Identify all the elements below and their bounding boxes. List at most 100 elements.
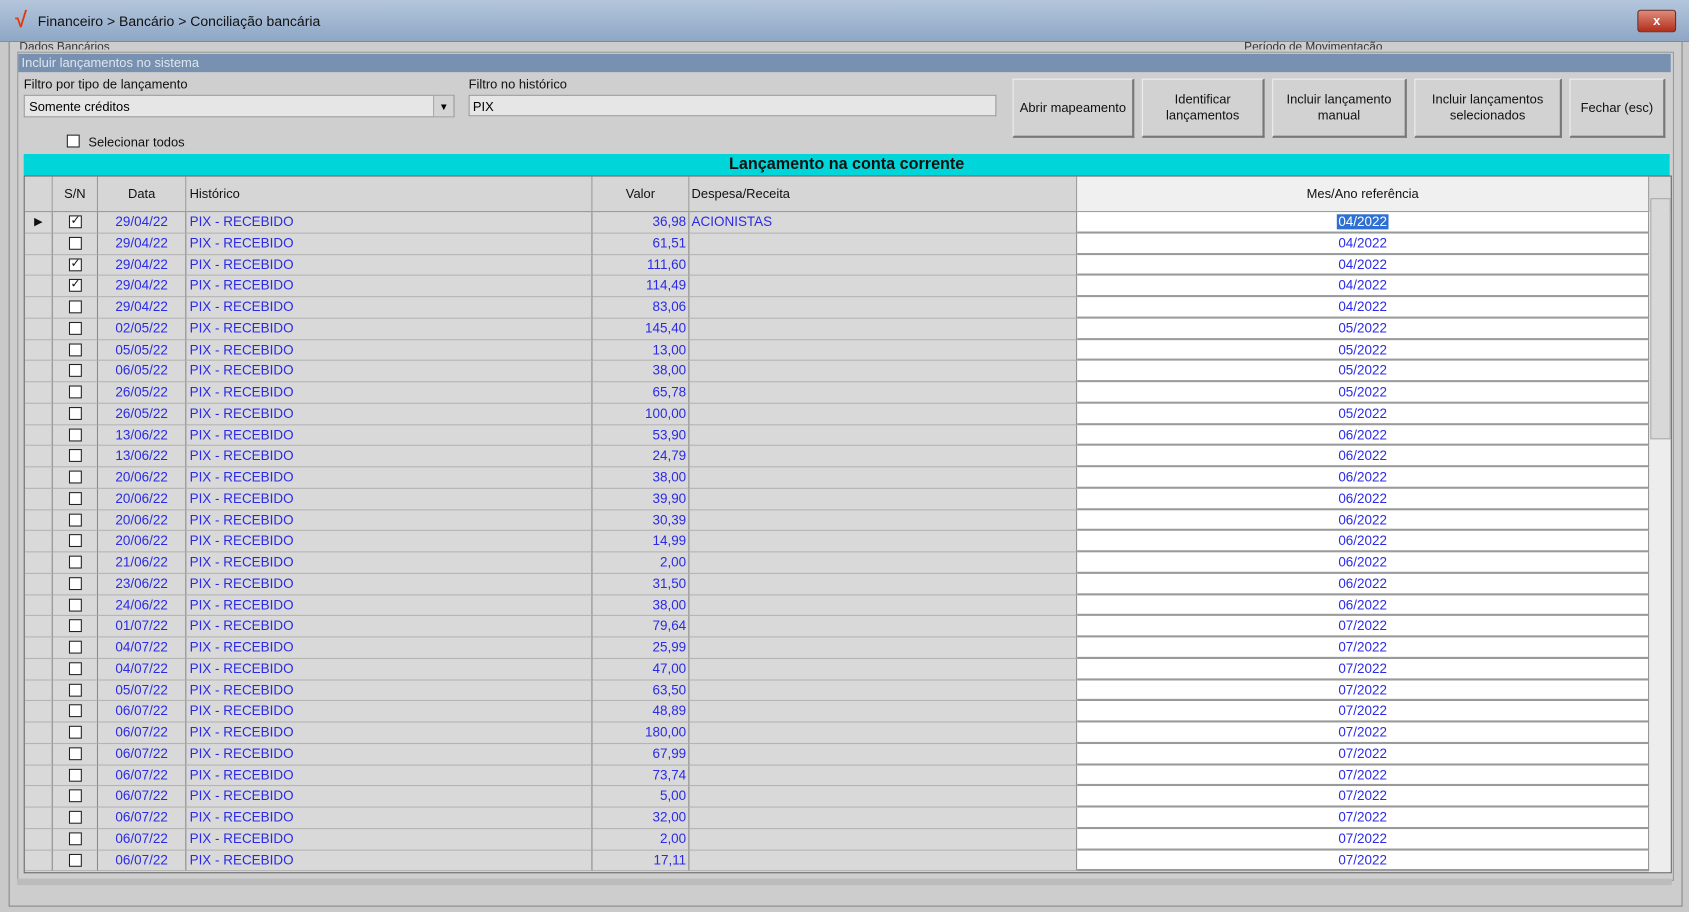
- table-row[interactable]: 26/05/22 PIX - RECEBIDO 100,00 05/2022: [24, 403, 1650, 425]
- mes-ano-cell[interactable]: 07/2022: [1077, 828, 1650, 851]
- col-historico[interactable]: Histórico: [186, 176, 593, 213]
- row-checkbox[interactable]: [68, 704, 82, 718]
- despesa-cell[interactable]: [689, 424, 1078, 447]
- table-row[interactable]: 06/05/22 PIX - RECEBIDO 38,00 05/2022: [24, 360, 1650, 383]
- row-checkbox[interactable]: [68, 725, 82, 739]
- open-mapping-button[interactable]: Abrir mapeamento: [1012, 78, 1135, 138]
- despesa-cell[interactable]: [689, 531, 1078, 553]
- row-checkbox[interactable]: [68, 513, 82, 527]
- mes-ano-cell[interactable]: 05/2022: [1077, 360, 1650, 383]
- mes-ano-cell[interactable]: 06/2022: [1077, 552, 1650, 574]
- row-checkbox[interactable]: [68, 768, 82, 782]
- row-checkbox[interactable]: [68, 342, 82, 356]
- despesa-cell[interactable]: [689, 786, 1078, 808]
- table-row[interactable]: 06/07/22 PIX - RECEBIDO 2,00 07/2022: [24, 828, 1650, 851]
- col-mes-ano[interactable]: Mes/Ano referência: [1077, 176, 1650, 213]
- table-row[interactable]: 26/05/22 PIX - RECEBIDO 65,78 05/2022: [24, 382, 1650, 404]
- mes-ano-cell[interactable]: 06/2022: [1077, 488, 1650, 510]
- row-checkbox[interactable]: [68, 598, 82, 612]
- row-checkbox[interactable]: [68, 789, 82, 803]
- mes-ano-cell[interactable]: 07/2022: [1077, 850, 1650, 872]
- despesa-cell[interactable]: [689, 743, 1078, 766]
- despesa-cell[interactable]: [689, 701, 1078, 723]
- table-row[interactable]: 13/06/22 PIX - RECEBIDO 53,90 06/2022: [24, 424, 1650, 447]
- mes-ano-cell[interactable]: 04/2022: [1077, 275, 1650, 298]
- table-row[interactable]: 29/04/22 PIX - RECEBIDO 61,51 04/2022: [24, 233, 1650, 255]
- mes-ano-cell[interactable]: 06/2022: [1077, 446, 1650, 468]
- despesa-cell[interactable]: [689, 403, 1078, 425]
- mes-ano-cell[interactable]: 07/2022: [1077, 765, 1650, 787]
- despesa-cell[interactable]: [689, 297, 1078, 319]
- despesa-cell[interactable]: [689, 318, 1078, 340]
- row-checkbox[interactable]: [68, 747, 82, 760]
- type-filter-select[interactable]: Somente créditos ▼: [23, 94, 455, 118]
- despesa-cell[interactable]: [689, 573, 1078, 595]
- table-row[interactable]: 24/06/22 PIX - RECEBIDO 38,00 06/2022: [24, 594, 1650, 617]
- row-checkbox[interactable]: [68, 534, 82, 548]
- despesa-cell[interactable]: [689, 233, 1078, 255]
- despesa-cell[interactable]: [689, 765, 1078, 787]
- table-row[interactable]: 06/07/22 PIX - RECEBIDO 48,89 07/2022: [24, 701, 1650, 723]
- table-row[interactable]: ▶ ✓ 29/04/22 PIX - RECEBIDO 36,98 ACIONISTAS 0…: [24, 212, 1650, 234]
- mes-ano-cell[interactable]: 04/2022: [1077, 233, 1650, 255]
- table-row[interactable]: 06/07/22 PIX - RECEBIDO 17,11 07/2022: [24, 850, 1650, 872]
- row-checkbox[interactable]: [68, 385, 82, 399]
- table-row[interactable]: 06/07/22 PIX - RECEBIDO 67,99 07/2022: [24, 743, 1650, 766]
- table-row[interactable]: 06/07/22 PIX - RECEBIDO 180,00 07/2022: [24, 722, 1650, 744]
- despesa-cell[interactable]: [689, 679, 1078, 702]
- mes-ano-cell[interactable]: 05/2022: [1077, 403, 1650, 425]
- despesa-cell[interactable]: [689, 850, 1078, 872]
- mes-ano-cell[interactable]: 06/2022: [1077, 531, 1650, 553]
- despesa-cell[interactable]: [689, 616, 1078, 638]
- table-row[interactable]: ✓ 29/04/22 PIX - RECEBIDO 114,49 04/2022: [24, 275, 1650, 298]
- col-despesa[interactable]: Despesa/Receita: [689, 176, 1078, 213]
- row-checkbox[interactable]: [68, 449, 82, 463]
- close-esc-button[interactable]: Fechar (esc): [1569, 78, 1666, 138]
- mes-ano-cell[interactable]: 05/2022: [1077, 339, 1650, 361]
- table-row[interactable]: 04/07/22 PIX - RECEBIDO 47,00 07/2022: [24, 658, 1650, 680]
- mes-ano-cell[interactable]: 07/2022: [1077, 637, 1650, 659]
- table-row[interactable]: 21/06/22 PIX - RECEBIDO 2,00 06/2022: [24, 552, 1650, 574]
- mes-ano-cell[interactable]: 06/2022: [1077, 509, 1650, 532]
- mes-ano-cell[interactable]: 05/2022: [1077, 382, 1650, 404]
- despesa-cell[interactable]: [689, 275, 1078, 298]
- mes-ano-cell[interactable]: 07/2022: [1077, 722, 1650, 744]
- scrollbar-thumb[interactable]: [1650, 198, 1671, 440]
- table-row[interactable]: 02/05/22 PIX - RECEBIDO 145,40 05/2022: [24, 318, 1650, 340]
- mes-ano-cell[interactable]: 07/2022: [1077, 658, 1650, 680]
- chevron-down-icon[interactable]: ▼: [433, 95, 454, 117]
- row-checkbox[interactable]: [68, 619, 82, 633]
- mes-ano-cell[interactable]: 07/2022: [1077, 679, 1650, 702]
- table-row[interactable]: 20/06/22 PIX - RECEBIDO 39,90 06/2022: [24, 488, 1650, 510]
- row-checkbox[interactable]: [68, 406, 82, 420]
- despesa-cell[interactable]: [689, 467, 1078, 489]
- mes-ano-cell[interactable]: 06/2022: [1077, 424, 1650, 447]
- row-checkbox[interactable]: [68, 576, 82, 590]
- despesa-cell[interactable]: ACIONISTAS: [689, 212, 1078, 234]
- despesa-cell[interactable]: [689, 637, 1078, 659]
- table-row[interactable]: 29/04/22 PIX - RECEBIDO 83,06 04/2022: [24, 297, 1650, 319]
- mes-ano-cell[interactable]: 07/2022: [1077, 786, 1650, 808]
- despesa-cell[interactable]: [689, 360, 1078, 383]
- despesa-cell[interactable]: [689, 722, 1078, 744]
- mes-ano-cell[interactable]: 06/2022: [1077, 594, 1650, 617]
- table-row[interactable]: 06/07/22 PIX - RECEBIDO 32,00 07/2022: [24, 807, 1650, 829]
- mes-ano-cell[interactable]: 07/2022: [1077, 616, 1650, 638]
- mes-ano-cell[interactable]: 04/2022: [1077, 297, 1650, 319]
- mes-ano-cell[interactable]: 04/2022: [1077, 212, 1650, 234]
- row-checkbox[interactable]: [68, 236, 82, 250]
- table-row[interactable]: 04/07/22 PIX - RECEBIDO 25,99 07/2022: [24, 637, 1650, 659]
- mes-ano-cell[interactable]: 07/2022: [1077, 807, 1650, 829]
- row-checkbox[interactable]: [68, 661, 82, 675]
- mes-ano-cell[interactable]: 06/2022: [1077, 573, 1650, 595]
- mes-ano-cell[interactable]: 04/2022: [1077, 254, 1650, 276]
- col-sn[interactable]: S/N: [52, 176, 99, 213]
- table-row[interactable]: 06/07/22 PIX - RECEBIDO 5,00 07/2022: [24, 786, 1650, 808]
- col-valor[interactable]: Valor: [592, 176, 690, 213]
- table-row[interactable]: 23/06/22 PIX - RECEBIDO 31,50 06/2022: [24, 573, 1650, 595]
- row-checkbox[interactable]: [68, 470, 82, 484]
- despesa-cell[interactable]: [689, 254, 1078, 276]
- mes-ano-cell[interactable]: 06/2022: [1077, 467, 1650, 489]
- include-selected-button[interactable]: Incluir lançamentos selecionados: [1414, 78, 1562, 138]
- table-row[interactable]: 01/07/22 PIX - RECEBIDO 79,64 07/2022: [24, 616, 1650, 638]
